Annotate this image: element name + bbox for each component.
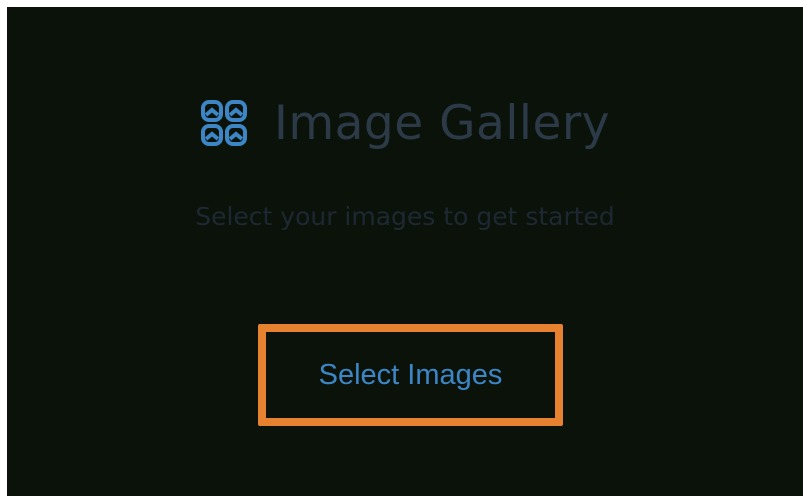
gallery-grid-icon xyxy=(200,100,247,146)
page-subtitle: Select your images to get started xyxy=(195,202,615,231)
page-title: Image Gallery xyxy=(273,95,611,151)
gallery-header: Image Gallery xyxy=(7,99,803,147)
select-images-button-label: Select Images xyxy=(318,358,503,391)
select-images-button[interactable]: Select Images xyxy=(258,324,563,426)
